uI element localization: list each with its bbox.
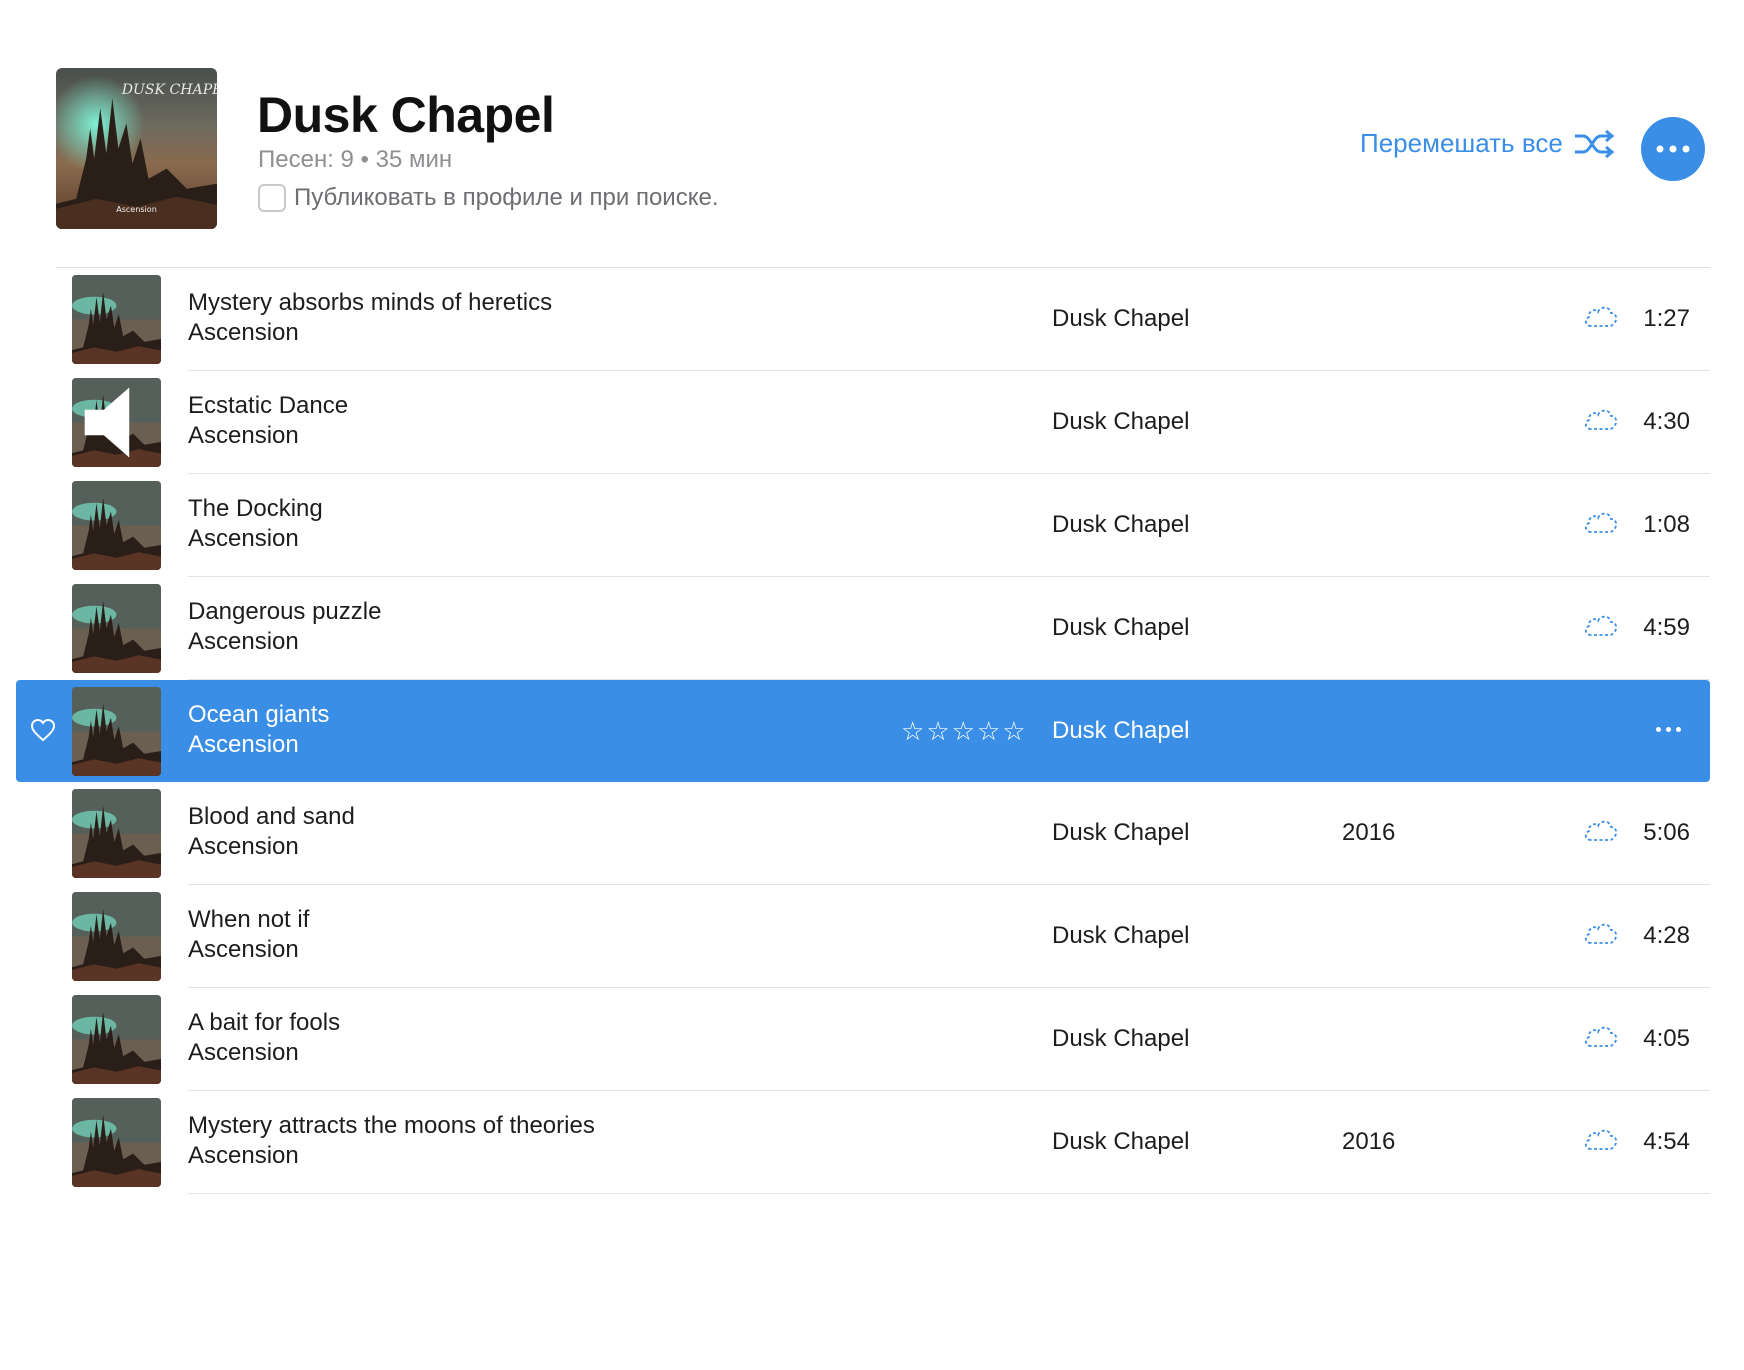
- track-artwork[interactable]: [72, 481, 161, 570]
- track-album: Ascension: [188, 525, 299, 552]
- track-album: Ascension: [188, 833, 299, 860]
- track-duration: 1:08: [1643, 511, 1690, 538]
- track-row[interactable]: The Docking Ascension Dusk Chapel 1:08: [0, 474, 1744, 577]
- track-title: Mystery attracts the moons of theories: [188, 1112, 595, 1139]
- track-album: Ascension: [188, 319, 299, 346]
- star-icon[interactable]: ☆: [1002, 716, 1025, 746]
- track-row[interactable]: Dangerous puzzle Ascension Dusk Chapel 4:59: [0, 577, 1744, 680]
- track-duration: 4:59: [1643, 614, 1690, 641]
- track-artist[interactable]: Dusk Chapel: [1052, 407, 1189, 437]
- more-options-button[interactable]: [1641, 117, 1705, 181]
- track-row[interactable]: A bait for fools Ascension Dusk Chapel 4:05: [0, 988, 1744, 1091]
- track-row[interactable]: Ocean giants Ascension ☆ ☆ ☆ ☆ ☆ Dusk Chapel: [16, 680, 1710, 782]
- track-artist[interactable]: Dusk Chapel: [1052, 510, 1189, 540]
- speaker-icon: [72, 378, 161, 467]
- track-title: When not if: [188, 906, 310, 933]
- star-icon[interactable]: ☆: [901, 716, 924, 746]
- track-duration: 4:54: [1643, 1128, 1690, 1155]
- track-album: Ascension: [188, 1039, 299, 1066]
- track-duration: 4:05: [1643, 1025, 1690, 1052]
- track-duration: 4:28: [1643, 922, 1690, 949]
- track-album: Ascension: [188, 731, 299, 758]
- track-artist[interactable]: Dusk Chapel: [1052, 921, 1189, 951]
- row-more-button[interactable]: [1646, 714, 1690, 744]
- track-artwork[interactable]: [72, 275, 161, 364]
- page-title: Dusk Chapel: [257, 87, 555, 143]
- track-duration: 1:27: [1643, 305, 1690, 332]
- track-artwork[interactable]: [72, 789, 161, 878]
- row-divider: [188, 1193, 1710, 1194]
- track-title: Mystery absorbs minds of heretics: [188, 289, 553, 316]
- star-icon[interactable]: ☆: [952, 716, 975, 746]
- track-artwork[interactable]: [72, 995, 161, 1084]
- publish-toggle[interactable]: Публиковать в профиле и при поиске.: [258, 184, 719, 212]
- track-artist[interactable]: Dusk Chapel: [1052, 1127, 1189, 1157]
- track-duration: 5:06: [1643, 819, 1690, 846]
- publish-label: Публиковать в профиле и при поиске.: [294, 184, 719, 211]
- more-icon: [1656, 145, 1690, 153]
- track-album: Ascension: [188, 936, 299, 963]
- track-artist[interactable]: Dusk Chapel: [1052, 1024, 1189, 1054]
- album-cover: DUSK CHAPEL Ascension: [56, 68, 217, 229]
- track-row[interactable]: Ecstatic Dance Ascension Dusk Chapel 4:30: [0, 371, 1744, 474]
- star-icon[interactable]: ☆: [977, 716, 1000, 746]
- track-row[interactable]: Mystery absorbs minds of heretics Ascensi…: [0, 268, 1744, 371]
- star-icon[interactable]: ☆: [926, 716, 949, 746]
- track-artwork[interactable]: [72, 892, 161, 981]
- track-title: A bait for fools: [188, 1009, 341, 1036]
- track-title: Ocean giants: [188, 701, 330, 728]
- track-album: Ascension: [188, 1142, 299, 1169]
- track-year: 2016: [1342, 819, 1396, 846]
- track-title: Ecstatic Dance: [188, 392, 349, 419]
- track-artist[interactable]: Dusk Chapel: [1052, 818, 1189, 848]
- heart-icon[interactable]: [30, 718, 56, 742]
- track-duration: 4:30: [1643, 408, 1690, 435]
- svg-text:Ascension: Ascension: [116, 205, 157, 214]
- track-row[interactable]: When not if Ascension Dusk Chapel 4:28: [0, 885, 1744, 988]
- track-album: Ascension: [188, 628, 299, 655]
- track-list: Mystery absorbs minds of heretics Ascensi…: [0, 268, 1744, 1194]
- track-year: 2016: [1342, 1128, 1396, 1155]
- shuffle-icon: [1574, 129, 1615, 158]
- track-title: Dangerous puzzle: [188, 598, 382, 625]
- track-row[interactable]: Mystery attracts the moons of theories As…: [0, 1091, 1744, 1194]
- rating-stars[interactable]: ☆ ☆ ☆ ☆ ☆: [901, 716, 1026, 746]
- track-artwork[interactable]: [72, 1098, 161, 1187]
- svg-text:DUSK CHAPEL: DUSK CHAPEL: [121, 82, 217, 98]
- publish-checkbox[interactable]: [258, 184, 286, 212]
- track-row[interactable]: Blood and sand Ascension Dusk Chapel 2016 5:…: [0, 782, 1744, 885]
- cloud-download-icon[interactable]: [1582, 714, 1620, 744]
- track-album: Ascension: [188, 422, 299, 449]
- track-artist[interactable]: Dusk Chapel: [1052, 613, 1189, 643]
- track-artist[interactable]: Dusk Chapel: [1052, 716, 1189, 746]
- track-title: The Docking: [188, 495, 323, 522]
- track-artwork[interactable]: [72, 378, 161, 467]
- playlist-header: DUSK CHAPEL Ascension Dusk Chapel Песен:…: [56, 68, 1710, 229]
- track-title: Blood and sand: [188, 803, 355, 830]
- shuffle-all-button[interactable]: Перемешать все: [1360, 128, 1615, 159]
- playlist-meta: Песен: 9 • 35 мин: [258, 146, 453, 173]
- track-artwork[interactable]: [72, 687, 161, 776]
- shuffle-label: Перемешать все: [1360, 128, 1563, 158]
- track-artwork[interactable]: [72, 584, 161, 673]
- track-artist[interactable]: Dusk Chapel: [1052, 304, 1189, 334]
